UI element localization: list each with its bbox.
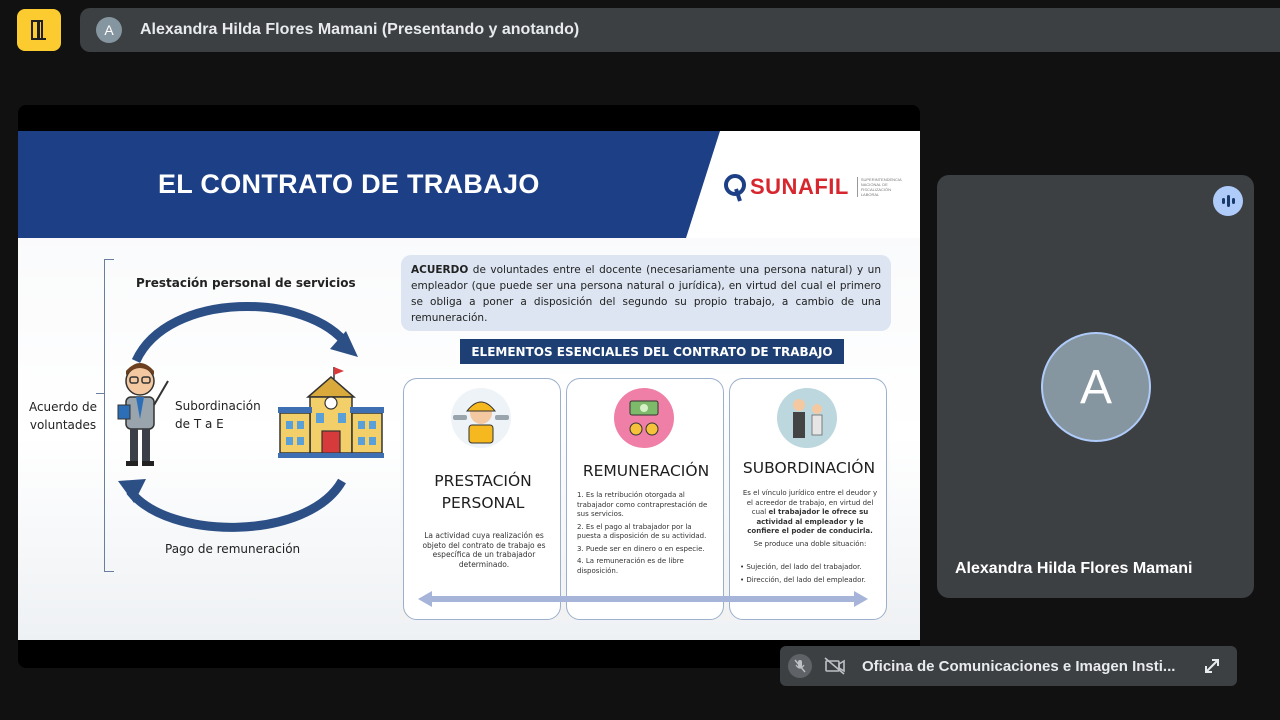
sunafil-wordmark: SUNAFIL: [750, 174, 849, 199]
diagram-left-label: Acuerdo de voluntades: [28, 400, 98, 432]
self-view-name: Oficina de Comunicaciones e Imagen Insti…: [862, 657, 1176, 675]
card-subordinacion: SUBORDINACIÓN Es el vínculo jurídico ent…: [729, 378, 887, 620]
definition-text: de voluntades entre el docente (necesari…: [411, 264, 881, 324]
elements-heading: ELEMENTOS ESENCIALES DEL CONTRATO DE TRA…: [460, 339, 844, 364]
money-exchange-icon: [614, 388, 674, 448]
self-view-bar[interactable]: Oficina de Comunicaciones e Imagen Insti…: [780, 646, 1237, 686]
participant-name: Alexandra Hilda Flores Mamani: [955, 560, 1193, 577]
subordination-situation: Se produce una doble situación:: [753, 539, 867, 548]
card-body-text: La actividad cuya realización es objeto …: [422, 531, 546, 569]
card-body-text: Es el vínculo jurídico entre el deudor y…: [740, 489, 880, 552]
list-item: • Sujeción, del lado del trabajador.: [740, 563, 862, 571]
sunafil-q-icon: [724, 174, 746, 202]
card-title-line1: PRESTACIÓN: [434, 472, 532, 490]
worker-helmet-icon: [449, 387, 513, 449]
sunafil-subtext: SUPERINTENDENCIA NACIONAL DE FISCALIZACI…: [856, 177, 905, 197]
definition-keyword: ACUERDO: [411, 264, 469, 276]
list-item: 2. Es el pago al trabajador por la puest…: [577, 522, 707, 541]
card-title-line2: PERSONAL: [441, 494, 525, 512]
presenter-banner: A Alexandra Hilda Flores Mamani (Present…: [80, 8, 1280, 52]
card-prestacion-personal: PRESTACIÓN PERSONAL La actividad cuya re…: [403, 378, 561, 620]
school-building-icon: [278, 367, 384, 458]
card-title-line1: REMUNERACIÓN: [582, 462, 710, 480]
list-item: 1. Es la retribución otorgada al trabaja…: [577, 491, 708, 518]
list-item: • Dirección, del lado del empleador.: [740, 575, 866, 584]
sunafil-logo: SUNAFIL SUPERINTENDENCIA NACIONAL DE FIS…: [724, 171, 905, 203]
participant-tile[interactable]: A Alexandra Hilda Flores Mamani: [937, 175, 1254, 598]
camera-off-icon: [822, 654, 848, 678]
participant-avatar: A: [1041, 332, 1151, 442]
card-body-list: 1. Es la retribución otorgada al trabaja…: [577, 491, 717, 579]
presentation-control-button[interactable]: [17, 9, 61, 51]
presenter-avatar: A: [96, 17, 122, 43]
card-bullet-list: • Sujeción, del lado del trabajador. • D…: [740, 563, 880, 588]
diagram-bracket-tick: [96, 393, 105, 394]
speaking-indicator-icon: [1213, 186, 1243, 216]
employer-worker-icon: [777, 388, 837, 448]
diagram-top-label: Prestación personal de servicios: [136, 276, 356, 290]
diagram-bottom-label: Pago de remuneración: [165, 542, 301, 556]
list-item: 3. Puede ser en dinero o en especie.: [577, 544, 705, 553]
list-item: 4. La remuneración es de libre disposici…: [577, 557, 684, 575]
card-title-line1: SUBORDINACIÓN: [742, 459, 876, 477]
presenter-status-label: Alexandra Hilda Flores Mamani (Presentan…: [140, 21, 580, 38]
present-to-all-icon: [31, 20, 46, 40]
teacher-illustration-icon: [117, 363, 169, 466]
slide-title: EL CONTRATO DE TRABAJO: [158, 169, 540, 199]
presentation-slide: EL CONTRATO DE TRABAJO SUNAFIL SUPERINTE…: [18, 131, 920, 640]
card-remuneracion: REMUNERACIÓN 1. Es la retribución otorga…: [566, 378, 724, 620]
double-arrow-bar: [418, 591, 868, 607]
mic-off-icon: [788, 654, 812, 678]
contract-definition-box: ACUERDO de voluntades entre el docente (…: [401, 255, 891, 331]
expand-icon[interactable]: [1200, 654, 1224, 678]
